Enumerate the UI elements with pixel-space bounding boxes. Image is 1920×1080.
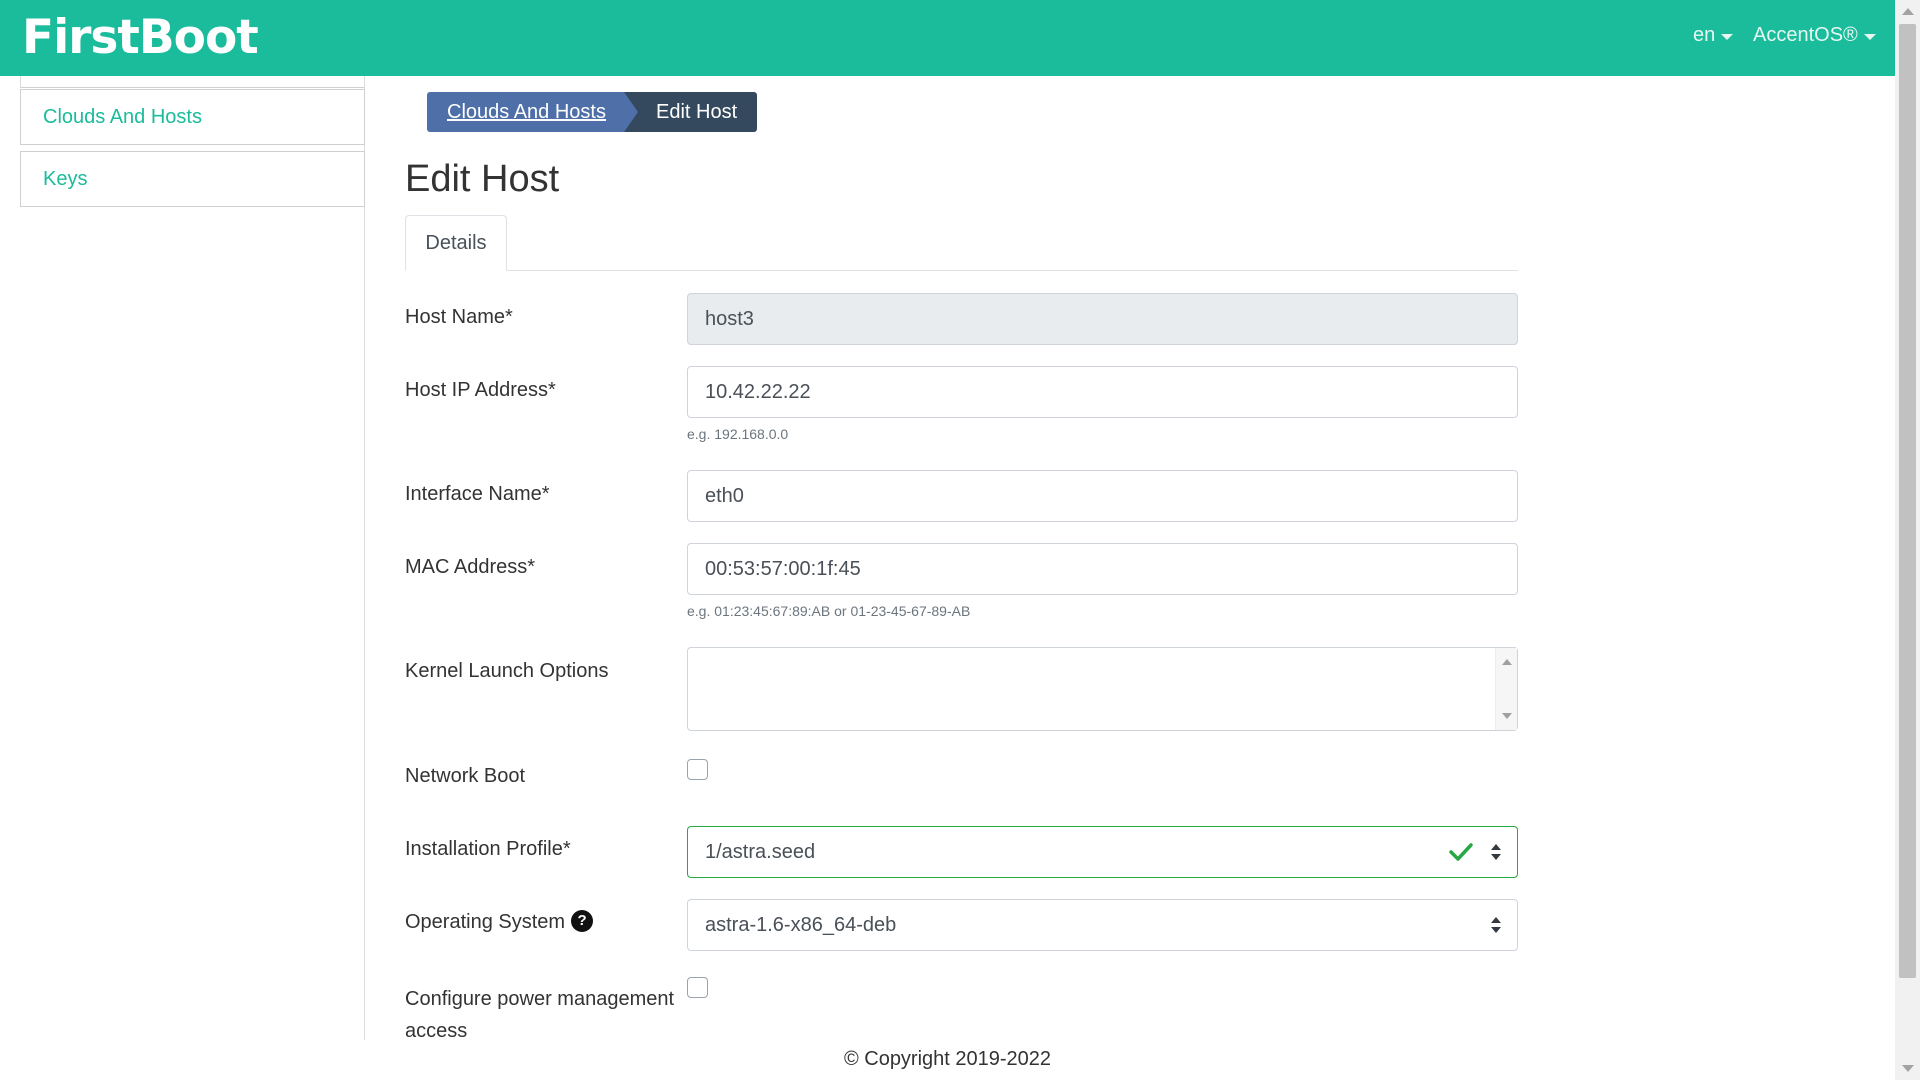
tabs-divider xyxy=(405,270,1518,271)
top-navbar: FirstBoot en AccentOS® xyxy=(0,0,1895,76)
interface-name-label: Interface Name* xyxy=(405,483,550,505)
textarea-scrollbar[interactable] xyxy=(1495,648,1517,730)
language-label: en xyxy=(1693,24,1716,46)
scroll-down-arrow-icon[interactable] xyxy=(1902,1065,1914,1072)
operating-system-value: astra-1.6-x86_64-deb xyxy=(705,913,897,936)
product-dropdown[interactable]: AccentOS® xyxy=(1753,24,1876,47)
host-ip-help: e.g. 192.168.0.0 xyxy=(687,426,789,442)
brand-logo[interactable]: FirstBoot xyxy=(22,10,259,65)
mac-address-input[interactable]: 00:53:57:00:1f:45 xyxy=(687,543,1518,595)
tab-details[interactable]: Details xyxy=(405,215,507,271)
caret-down-icon xyxy=(1721,33,1734,40)
interface-name-input[interactable]: eth0 xyxy=(687,470,1518,522)
host-ip-input[interactable]: 10.42.22.22 xyxy=(687,366,1518,418)
sidebar-divider xyxy=(364,76,365,1040)
mac-address-value: 00:53:57:00:1f:45 xyxy=(705,557,861,580)
breadcrumb-current: Edit Host xyxy=(623,92,758,132)
question-icon[interactable]: ? xyxy=(571,909,594,932)
scroll-thumb[interactable] xyxy=(1899,24,1916,978)
installation-profile-label: Installation Profile* xyxy=(405,838,571,860)
sidebar-item-label: Clouds And Hosts xyxy=(43,105,202,128)
sidebar-item-clouds-and-hosts[interactable]: Clouds And Hosts xyxy=(20,89,365,145)
kernel-options-textarea[interactable] xyxy=(687,647,1518,731)
host-ip-label: Host IP Address* xyxy=(405,379,556,401)
installation-profile-select[interactable]: 1/astra.seed xyxy=(687,826,1518,878)
mac-address-help: e.g. 01:23:45:67:89:AB or 01-23-45-67-89… xyxy=(687,603,971,619)
installation-profile-value: 1/astra.seed xyxy=(705,840,816,863)
page-title: Edit Host xyxy=(405,158,560,200)
power-management-checkbox[interactable] xyxy=(687,977,708,998)
host-name-value: host3 xyxy=(705,307,754,330)
operating-system-label: Operating System? xyxy=(405,909,594,934)
kernel-options-label: Kernel Launch Options xyxy=(405,660,609,682)
operating-system-label-text: Operating System xyxy=(405,911,566,933)
host-name-input: host3 xyxy=(687,293,1518,345)
page-scrollbar[interactable] xyxy=(1895,0,1920,1080)
scroll-up-arrow-icon[interactable] xyxy=(1502,659,1512,665)
breadcrumb-link-clouds-and-hosts[interactable]: Clouds And Hosts xyxy=(427,92,638,132)
select-arrows-icon xyxy=(1491,844,1501,860)
language-dropdown[interactable]: en xyxy=(1693,24,1734,47)
power-management-label: Configure power management access xyxy=(405,988,675,1042)
network-boot-checkbox[interactable] xyxy=(687,759,708,780)
host-ip-value: 10.42.22.22 xyxy=(705,380,811,403)
operating-system-select[interactable]: astra-1.6-x86_64-deb xyxy=(687,899,1518,951)
product-label: AccentOS® xyxy=(1753,24,1858,46)
network-boot-label: Network Boot xyxy=(405,765,526,787)
scroll-down-arrow-icon[interactable] xyxy=(1502,713,1512,719)
footer-copyright: © Copyright 2019-2022 xyxy=(843,1048,1052,1070)
mac-address-label: MAC Address* xyxy=(405,556,536,578)
caret-down-icon xyxy=(1863,33,1876,40)
sidebar-item-label: Keys xyxy=(43,167,88,190)
sidebar-item-keys[interactable]: Keys xyxy=(20,151,365,207)
host-name-label: Host Name* xyxy=(405,306,513,328)
select-arrows-icon xyxy=(1491,917,1501,933)
interface-name-value: eth0 xyxy=(705,484,744,507)
sidebar-top-edge xyxy=(20,76,365,88)
check-icon xyxy=(1449,843,1473,861)
breadcrumb: Clouds And Hosts Edit Host xyxy=(427,92,758,132)
scroll-up-arrow-icon[interactable] xyxy=(1902,8,1914,15)
